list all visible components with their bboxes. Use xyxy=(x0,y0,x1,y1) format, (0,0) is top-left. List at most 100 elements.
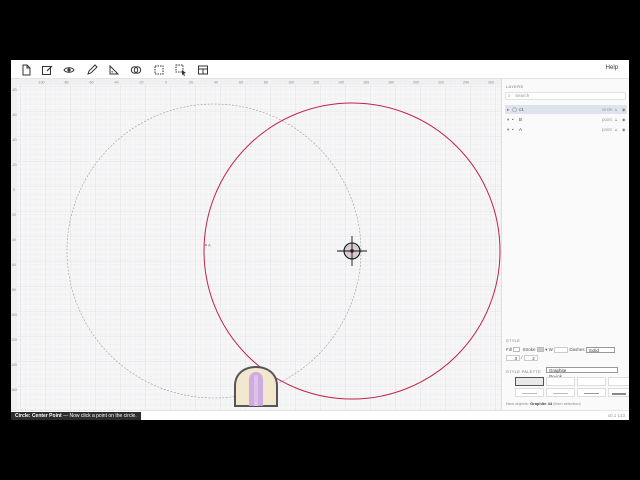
palette-swatch-6[interactable] xyxy=(546,388,575,397)
new-objects-info: New objects: Graphite 44 (from selection… xyxy=(506,400,581,407)
palette-select[interactable]: Graphite xyxy=(546,366,618,373)
chevron-right-icon[interactable]: ▸ xyxy=(507,105,509,114)
status-message: Circle: Center Point — Now click a point… xyxy=(11,412,141,420)
intersect-circles-icon[interactable] xyxy=(128,62,144,77)
dash-pattern-row: 3 / 2 xyxy=(506,354,538,361)
ruler-y-label: 160 xyxy=(11,388,17,392)
ruler-x-label: 260 xyxy=(488,81,494,85)
layer-name: B xyxy=(519,117,523,122)
search-icon: ⌕ xyxy=(508,93,511,99)
object-count-suffix: (from selection) xyxy=(553,401,581,406)
ruler-y-label: 20 xyxy=(12,213,16,217)
fill-swatch[interactable] xyxy=(513,347,521,353)
point-layer-icon: • xyxy=(512,127,514,132)
dash-length-input[interactable]: 3 xyxy=(506,354,520,361)
width-label: W xyxy=(548,347,553,352)
dashes-label: Dashes xyxy=(569,347,585,352)
visibility-icon[interactable]: ◉ xyxy=(622,105,626,114)
ruler-x-label: 220 xyxy=(438,81,444,85)
new-document-icon[interactable] xyxy=(18,62,34,77)
palette-swatch-2[interactable] xyxy=(546,377,575,386)
style-heading: STYLE xyxy=(506,338,521,343)
stroke-label: Stroke xyxy=(522,347,536,352)
right-panel: LAYERS ⌕ Search ▸ ◯ c1 circle 🔒︎ ◉ ▾ • B… xyxy=(501,79,629,410)
edit-document-icon[interactable] xyxy=(39,62,55,77)
help-menu[interactable]: Help xyxy=(606,65,618,71)
ruler-x-label: 60 xyxy=(239,81,243,85)
point-layer-icon: • xyxy=(512,117,514,122)
ruler-y-label: 0 xyxy=(13,188,15,192)
ruler-x-label: 0 xyxy=(165,81,167,85)
ruler-top xyxy=(11,79,501,85)
ruler-y-label: -60 xyxy=(11,113,16,117)
layer-type: point xyxy=(602,127,612,132)
ruler-x-label: 160 xyxy=(363,81,369,85)
ruler-y-label: -20 xyxy=(11,163,16,167)
toolbar: Help xyxy=(11,60,629,79)
app-window: Help -100 -80 -60 -40 -20 0 20 40 60 80 100 120 140 1… xyxy=(11,60,629,420)
palette-swatch-4[interactable] xyxy=(608,377,629,386)
eye-icon[interactable] xyxy=(61,62,77,77)
point-a[interactable] xyxy=(205,244,207,246)
visibility-icon[interactable]: ◉ xyxy=(622,115,626,124)
ruler-x-label: -100 xyxy=(37,81,44,85)
ruler-x-label: 180 xyxy=(388,81,394,85)
circle-layer-icon: ◯ xyxy=(512,107,518,112)
palette-swatch-8[interactable] xyxy=(608,388,629,397)
ruler-y-label: -80 xyxy=(11,88,16,92)
visibility-icon[interactable]: ◉ xyxy=(622,125,626,134)
canvas-drawing[interactable]: -100 -80 -60 -40 -20 0 20 40 60 80 100 120 140 160 180… xyxy=(11,79,501,410)
ruler-x-label: 140 xyxy=(338,81,344,85)
ruler-x-label: -20 xyxy=(138,81,143,85)
lock-icon[interactable]: 🔒︎ xyxy=(615,115,617,124)
layer-row-b[interactable]: ▾ • B point 🔒︎ ◉ xyxy=(505,115,627,124)
ruler-x-label: -60 xyxy=(88,81,93,85)
ruler-y-label: 80 xyxy=(12,288,16,292)
ruler-x-label: 40 xyxy=(214,81,218,85)
status-hint: — Now click a point on the circle. xyxy=(63,413,137,419)
chevron-down-icon[interactable]: ▾ xyxy=(507,125,509,134)
search-placeholder: Search xyxy=(515,93,530,98)
gap-length-input[interactable]: 2 xyxy=(523,354,538,361)
style-palette-heading: STYLE PALETTE xyxy=(506,369,542,374)
status-mode: Circle: Center Point xyxy=(15,413,62,419)
palette-swatch-1[interactable] xyxy=(515,377,544,386)
layer-row-c1[interactable]: ▸ ◯ c1 circle 🔒︎ ◉ xyxy=(505,105,627,114)
dashes-select[interactable]: Solid xyxy=(585,346,615,353)
new-objects-label: New objects: xyxy=(506,401,529,406)
select-pointer-icon[interactable] xyxy=(173,62,189,77)
ruler-y-label: 60 xyxy=(12,263,16,267)
layer-type: circle xyxy=(602,107,613,112)
width-input[interactable] xyxy=(554,346,569,353)
ruler-x-label: -80 xyxy=(63,81,68,85)
stroke-swatch[interactable] xyxy=(536,347,544,353)
layers-search-input[interactable]: ⌕ Search xyxy=(505,92,626,100)
layer-name: A xyxy=(519,127,523,132)
triangle-ruler-icon[interactable] xyxy=(106,62,122,77)
stylus-cursor-icon xyxy=(234,366,278,407)
ruler-x-label: 240 xyxy=(463,81,469,85)
layers-heading: LAYERS xyxy=(506,84,524,89)
select-box-icon[interactable] xyxy=(151,62,167,77)
layer-row-a[interactable]: ▾ • A point 🔒︎ ◉ xyxy=(505,125,627,134)
chevron-down-icon[interactable]: ▾ xyxy=(507,115,509,124)
object-count: 44 xyxy=(547,401,553,406)
layer-type: point xyxy=(602,117,612,122)
lock-icon[interactable]: 🔒︎ xyxy=(615,125,617,134)
pencil-icon[interactable] xyxy=(84,62,100,77)
dropdown-icon[interactable]: ▾ xyxy=(545,347,547,352)
ruler-left xyxy=(11,79,17,410)
cursor-coordinates: x0.1 143 xyxy=(607,413,625,418)
palette-swatch-5[interactable] xyxy=(515,388,544,397)
lock-icon[interactable]: 🔒︎ xyxy=(615,105,617,114)
layout-icon[interactable] xyxy=(195,62,211,77)
ruler-x-label: 200 xyxy=(413,81,419,85)
palette-swatch-7[interactable] xyxy=(577,388,606,397)
ruler-y-label: 140 xyxy=(11,363,17,367)
dash-separator: / xyxy=(521,355,523,360)
fill-label: Fill xyxy=(506,347,512,352)
palette-swatch-3[interactable] xyxy=(577,377,606,386)
ruler-x-label: 100 xyxy=(288,81,294,85)
ruler-x-label: 20 xyxy=(189,81,193,85)
drawing-canvas[interactable]: -100 -80 -60 -40 -20 0 20 40 60 80 100 120 140 160 180… xyxy=(11,79,501,410)
